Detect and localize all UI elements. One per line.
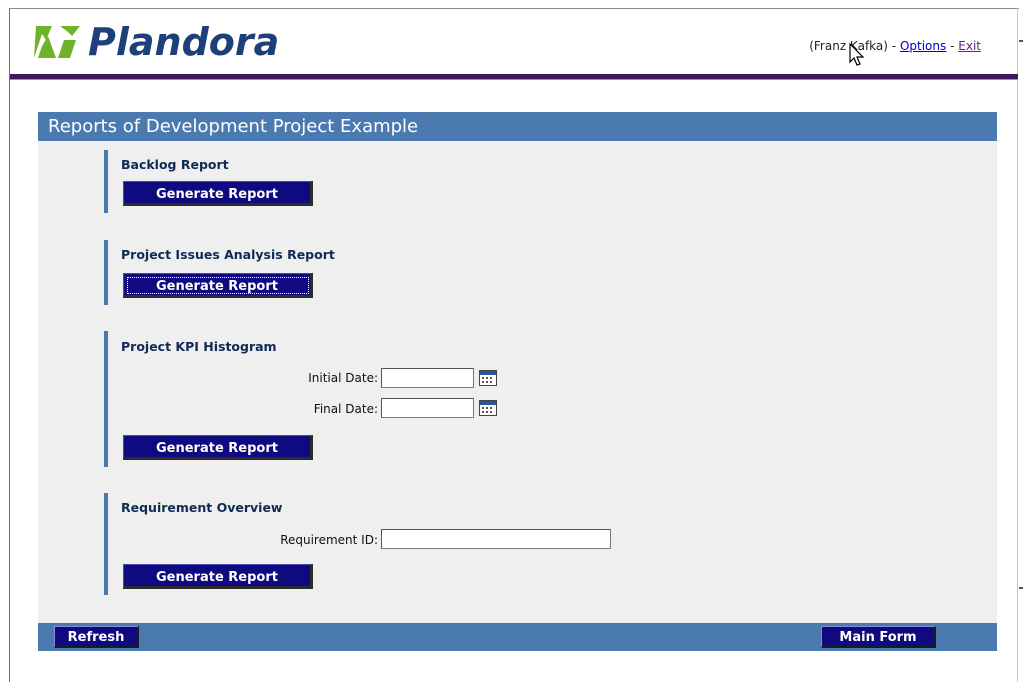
- generate-backlog-report-button[interactable]: Generate Report: [123, 181, 313, 206]
- section-requirement-overview: Requirement Overview Requirement ID: Gen…: [104, 493, 611, 595]
- user-separator: -: [950, 39, 955, 53]
- section-backlog-report: Backlog Report Generate Report: [104, 150, 313, 213]
- exit-link[interactable]: Exit: [958, 39, 981, 53]
- section-title: Project Issues Analysis Report: [121, 247, 335, 262]
- section-kpi-histogram: Project KPI Histogram Initial Date: Fina…: [104, 331, 497, 467]
- generate-issues-report-button[interactable]: Generate Report: [123, 273, 313, 298]
- section-issues-report: Project Issues Analysis Report Generate …: [104, 240, 335, 305]
- initial-date-label: Initial Date:: [308, 371, 378, 385]
- scrollbar-tick: [1019, 587, 1023, 589]
- app-logo-text: Plandora: [88, 20, 280, 64]
- bottom-action-bar: Refresh Main Form: [38, 623, 997, 651]
- user-area: (Franz Kafka) - Options - Exit: [809, 39, 981, 53]
- section-title: Backlog Report: [121, 157, 229, 172]
- user-separator: -: [891, 39, 897, 53]
- final-date-input[interactable]: [381, 398, 474, 418]
- refresh-button[interactable]: Refresh: [54, 626, 139, 648]
- generate-kpi-report-button[interactable]: Generate Report: [123, 435, 313, 460]
- requirement-id-label: Requirement ID:: [280, 533, 378, 547]
- app-logo[interactable]: Plandora: [32, 20, 279, 64]
- section-title: Requirement Overview: [121, 500, 283, 515]
- main-form-button[interactable]: Main Form: [821, 626, 936, 648]
- window-frame-right: [1017, 8, 1018, 682]
- requirement-id-input[interactable]: [381, 529, 611, 549]
- header-rule-highlight: [10, 79, 1018, 80]
- window-top-strip: [0, 0, 1025, 8]
- calendar-icon[interactable]: [479, 400, 497, 416]
- page-title: Reports of Development Project Example: [38, 112, 997, 141]
- reports-panel: [38, 141, 997, 623]
- window-frame-left: [9, 8, 10, 682]
- initial-date-input[interactable]: [381, 368, 474, 388]
- options-link[interactable]: Options: [900, 39, 946, 53]
- final-date-label: Final Date:: [313, 402, 378, 416]
- plandora-logo-icon: [34, 26, 80, 58]
- calendar-icon[interactable]: [479, 370, 497, 386]
- scrollbar-tick: [1019, 40, 1023, 42]
- window-frame-top: [9, 8, 1019, 9]
- section-title: Project KPI Histogram: [121, 339, 277, 354]
- generate-requirement-report-button[interactable]: Generate Report: [123, 564, 313, 589]
- mouse-cursor-icon: [849, 42, 865, 66]
